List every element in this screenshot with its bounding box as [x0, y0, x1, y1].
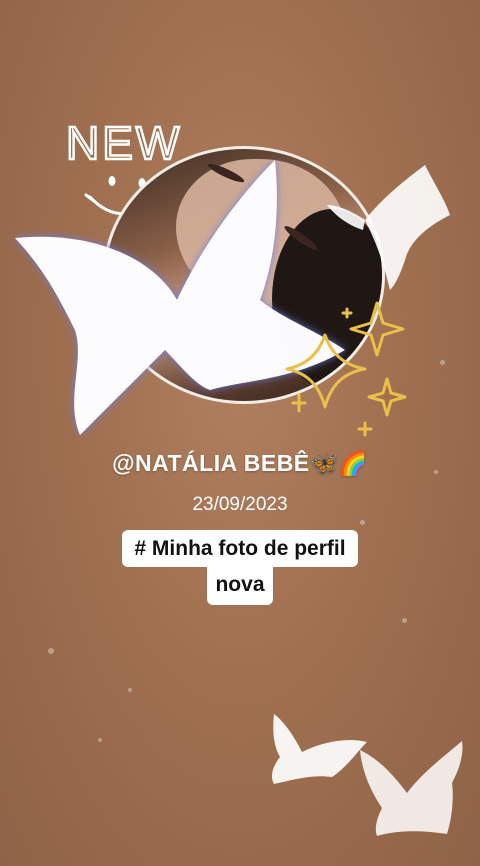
caption-line-1: # Minha foto de perfil — [122, 530, 358, 567]
caption-line-2: nova — [207, 567, 273, 605]
butterfly-icon — [360, 741, 463, 836]
butterfly-icon — [327, 165, 450, 290]
username-emojis: 🦋🌈 — [309, 450, 368, 476]
sparkle-icon — [285, 301, 407, 437]
post-date: 23/09/2023 — [192, 494, 288, 515]
username: @NATÁLIA BEBÊ — [112, 450, 310, 476]
caption: # Minha foto de perfil nova — [0, 530, 480, 605]
username-line: @NATÁLIA BEBÊ🦋🌈 — [0, 450, 480, 477]
